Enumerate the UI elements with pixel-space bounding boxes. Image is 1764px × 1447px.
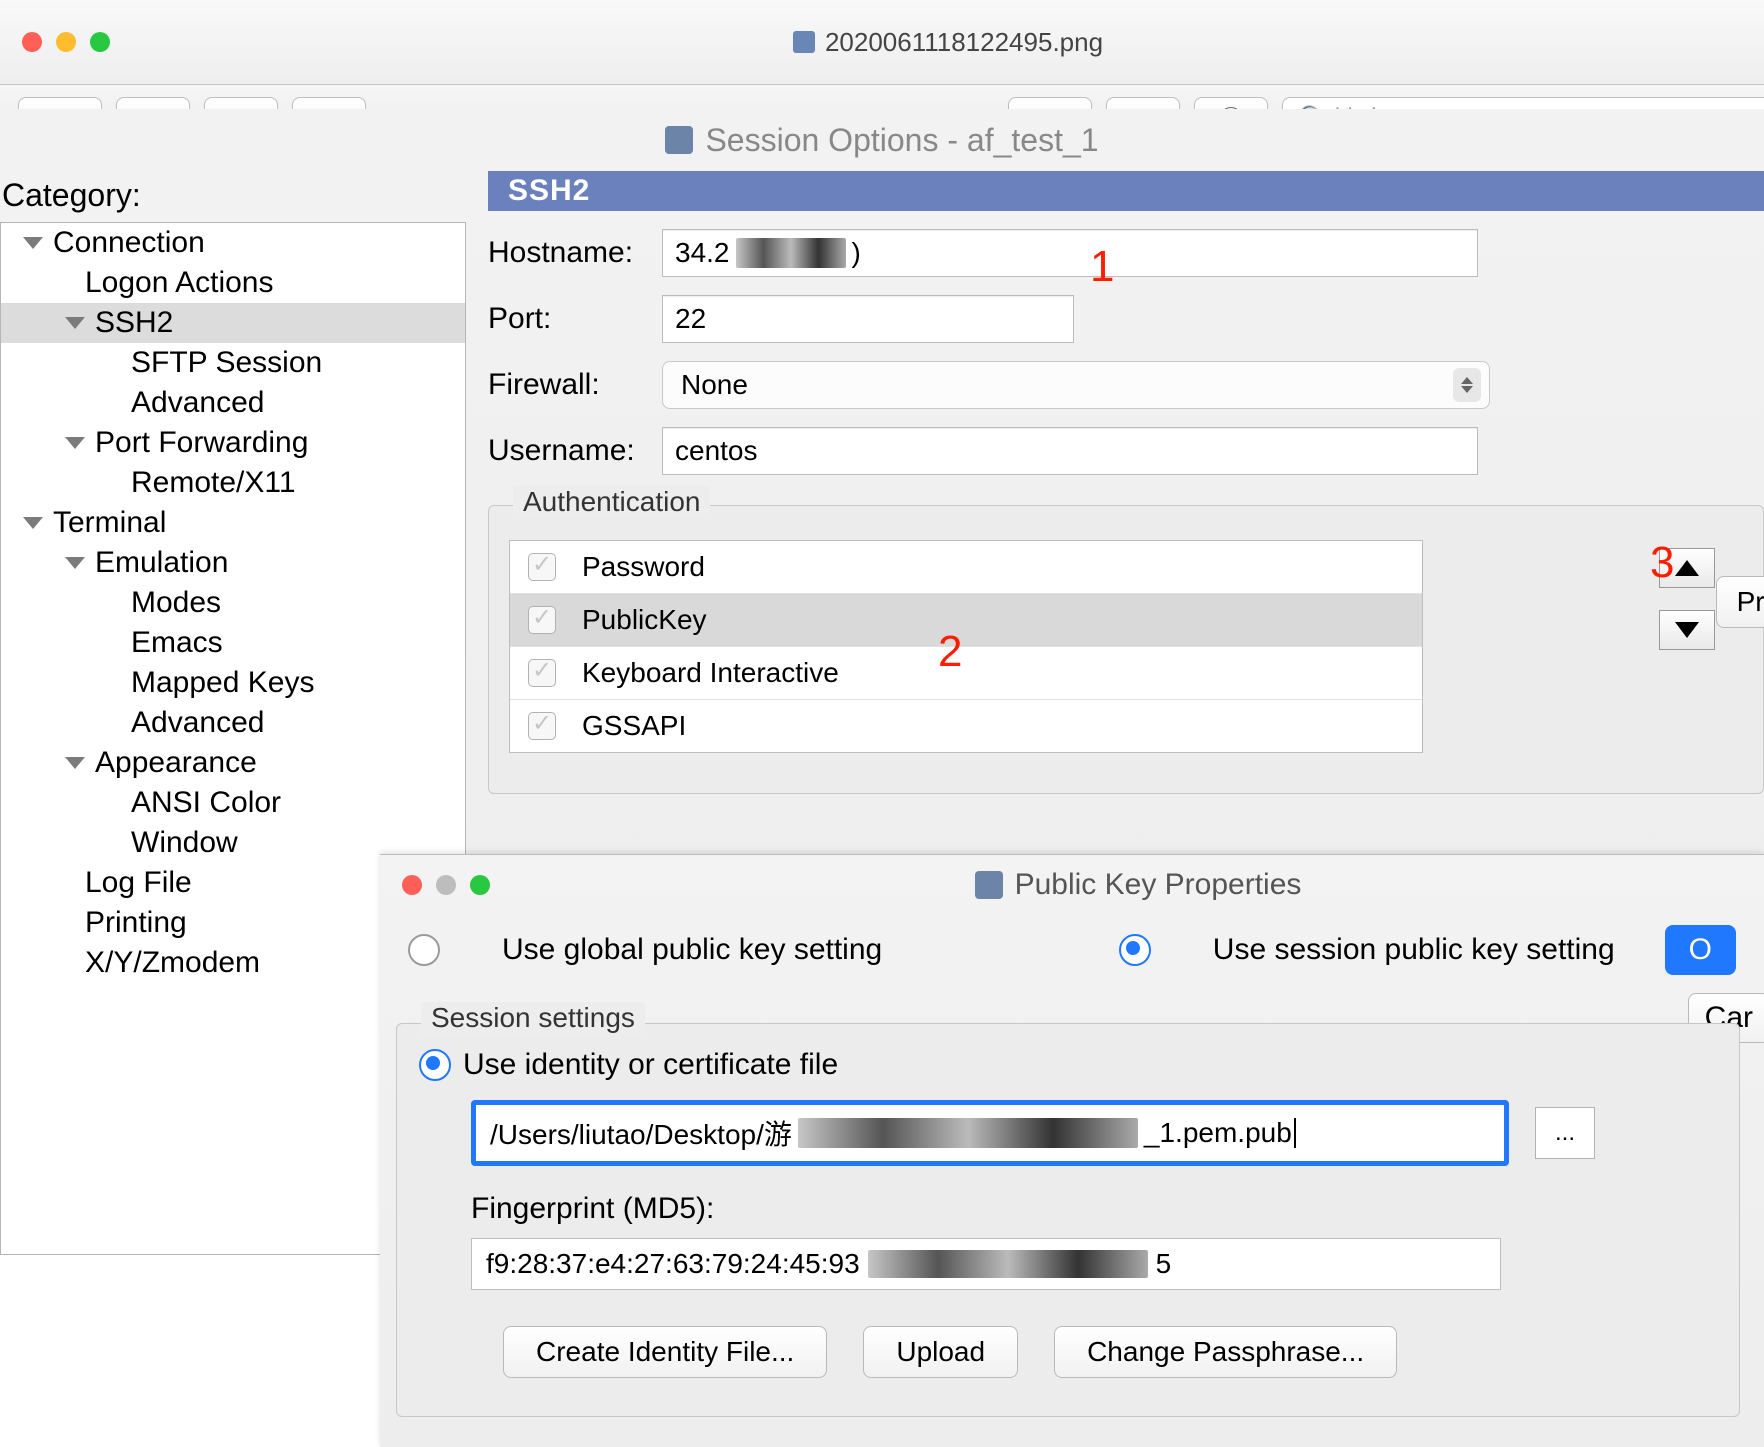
annotation-1: 1 [1090, 242, 1114, 292]
username-label: Username: [488, 434, 662, 468]
pk-title: Public Key Properties [1015, 868, 1302, 902]
preview-filename: 2020061118122495.png [825, 27, 1103, 58]
tree-item[interactable]: Appearance [1, 743, 465, 783]
fingerprint-value: f9:28:37:e4:27:63:79:24:45:93 5 [471, 1238, 1501, 1290]
firewall-label: Firewall: [488, 368, 662, 402]
preview-titlebar: 2020061118122495.png [0, 0, 1764, 85]
ok-button[interactable]: O [1665, 925, 1736, 975]
radio-session-label: Use session public key setting [1213, 933, 1615, 967]
identity-file-input[interactable]: /Users/liutao/Desktop/游 _1.pem.pub [471, 1100, 1509, 1166]
pk-window-close[interactable] [402, 875, 422, 895]
tree-item[interactable]: Terminal [1, 503, 465, 543]
firewall-select[interactable]: None [662, 361, 1490, 409]
radio-global-label: Use global public key setting [502, 933, 882, 967]
tree-item[interactable]: Advanced [1, 703, 465, 743]
upload-button[interactable]: Upload [863, 1326, 1018, 1378]
authentication-group: Authentication PasswordPublicKeyKeyboard… [488, 505, 1764, 794]
select-arrows-icon [1453, 368, 1481, 402]
redacted [868, 1250, 1148, 1278]
radio-global[interactable] [408, 934, 440, 966]
auth-method-list[interactable]: PasswordPublicKeyKeyboard InteractiveGSS… [509, 540, 1423, 753]
radio-identity-label: Use identity or certificate file [463, 1048, 838, 1082]
tree-item[interactable]: SSH2 [1, 303, 465, 343]
checkbox[interactable] [528, 606, 556, 634]
session-settings-legend: Session settings [421, 1002, 645, 1034]
auth-move-down[interactable] [1659, 610, 1715, 650]
chevron-down-icon [65, 317, 85, 329]
radio-session[interactable] [1119, 934, 1151, 966]
pk-icon [975, 871, 1003, 899]
auth-item[interactable]: Keyboard Interactive [510, 647, 1422, 700]
port-label: Port: [488, 302, 662, 336]
tree-item[interactable]: SFTP Session [1, 343, 465, 383]
hostname-label: Hostname: [488, 236, 662, 270]
change-passphrase-button[interactable]: Change Passphrase... [1054, 1326, 1397, 1378]
tree-item[interactable]: Emacs [1, 623, 465, 663]
auth-legend: Authentication [513, 486, 710, 518]
window-zoom[interactable] [90, 32, 110, 52]
tree-item[interactable]: Connection [1, 223, 465, 263]
annotation-2: 2 [938, 627, 962, 677]
create-identity-button[interactable]: Create Identity File... [503, 1326, 827, 1378]
chevron-down-icon [23, 237, 43, 249]
tree-item[interactable]: Logon Actions [1, 263, 465, 303]
chevron-down-icon [65, 757, 85, 769]
pk-window-minimize[interactable] [436, 875, 456, 895]
ssh2-section-header: SSH2 [488, 171, 1764, 211]
text-cursor [1294, 1118, 1296, 1148]
hostname-input[interactable]: 34.2 ) [662, 229, 1478, 277]
checkbox[interactable] [528, 553, 556, 581]
annotation-3: 3 [1650, 538, 1674, 588]
checkbox[interactable] [528, 712, 556, 740]
tree-item[interactable]: Mapped Keys [1, 663, 465, 703]
auth-item[interactable]: Password [510, 541, 1422, 594]
session-options-title: Session Options - af_test_1 [705, 109, 1098, 171]
chevron-down-icon [65, 557, 85, 569]
chevron-down-icon [23, 517, 43, 529]
window-close[interactable] [22, 32, 42, 52]
redacted [736, 238, 846, 268]
auth-item[interactable]: GSSAPI [510, 700, 1422, 752]
properties-button[interactable]: Properties. [1716, 576, 1764, 628]
window-minimize[interactable] [56, 32, 76, 52]
username-input[interactable]: centos [662, 427, 1478, 475]
category-heading: Category: [0, 171, 466, 222]
tree-item[interactable]: Modes [1, 583, 465, 623]
chevron-down-icon [65, 437, 85, 449]
session-settings-group: Session settings Use identity or certifi… [396, 1023, 1740, 1417]
redacted [798, 1118, 1138, 1148]
app-icon [665, 126, 693, 154]
tree-item[interactable]: Remote/X11 [1, 463, 465, 503]
port-input[interactable]: 22 [662, 295, 1074, 343]
auth-item[interactable]: PublicKey [510, 594, 1422, 647]
public-key-properties-window: Public Key Properties Use global public … [380, 854, 1764, 1447]
radio-identity[interactable] [419, 1049, 451, 1081]
file-icon [793, 31, 815, 53]
browse-button[interactable]: ... [1535, 1107, 1595, 1159]
pk-window-zoom[interactable] [470, 875, 490, 895]
tree-item[interactable]: Port Forwarding [1, 423, 465, 463]
checkbox[interactable] [528, 659, 556, 687]
fingerprint-label: Fingerprint (MD5): [471, 1192, 1717, 1226]
tree-item[interactable]: ANSI Color [1, 783, 465, 823]
tree-item[interactable]: Advanced [1, 383, 465, 423]
tree-item[interactable]: Emulation [1, 543, 465, 583]
